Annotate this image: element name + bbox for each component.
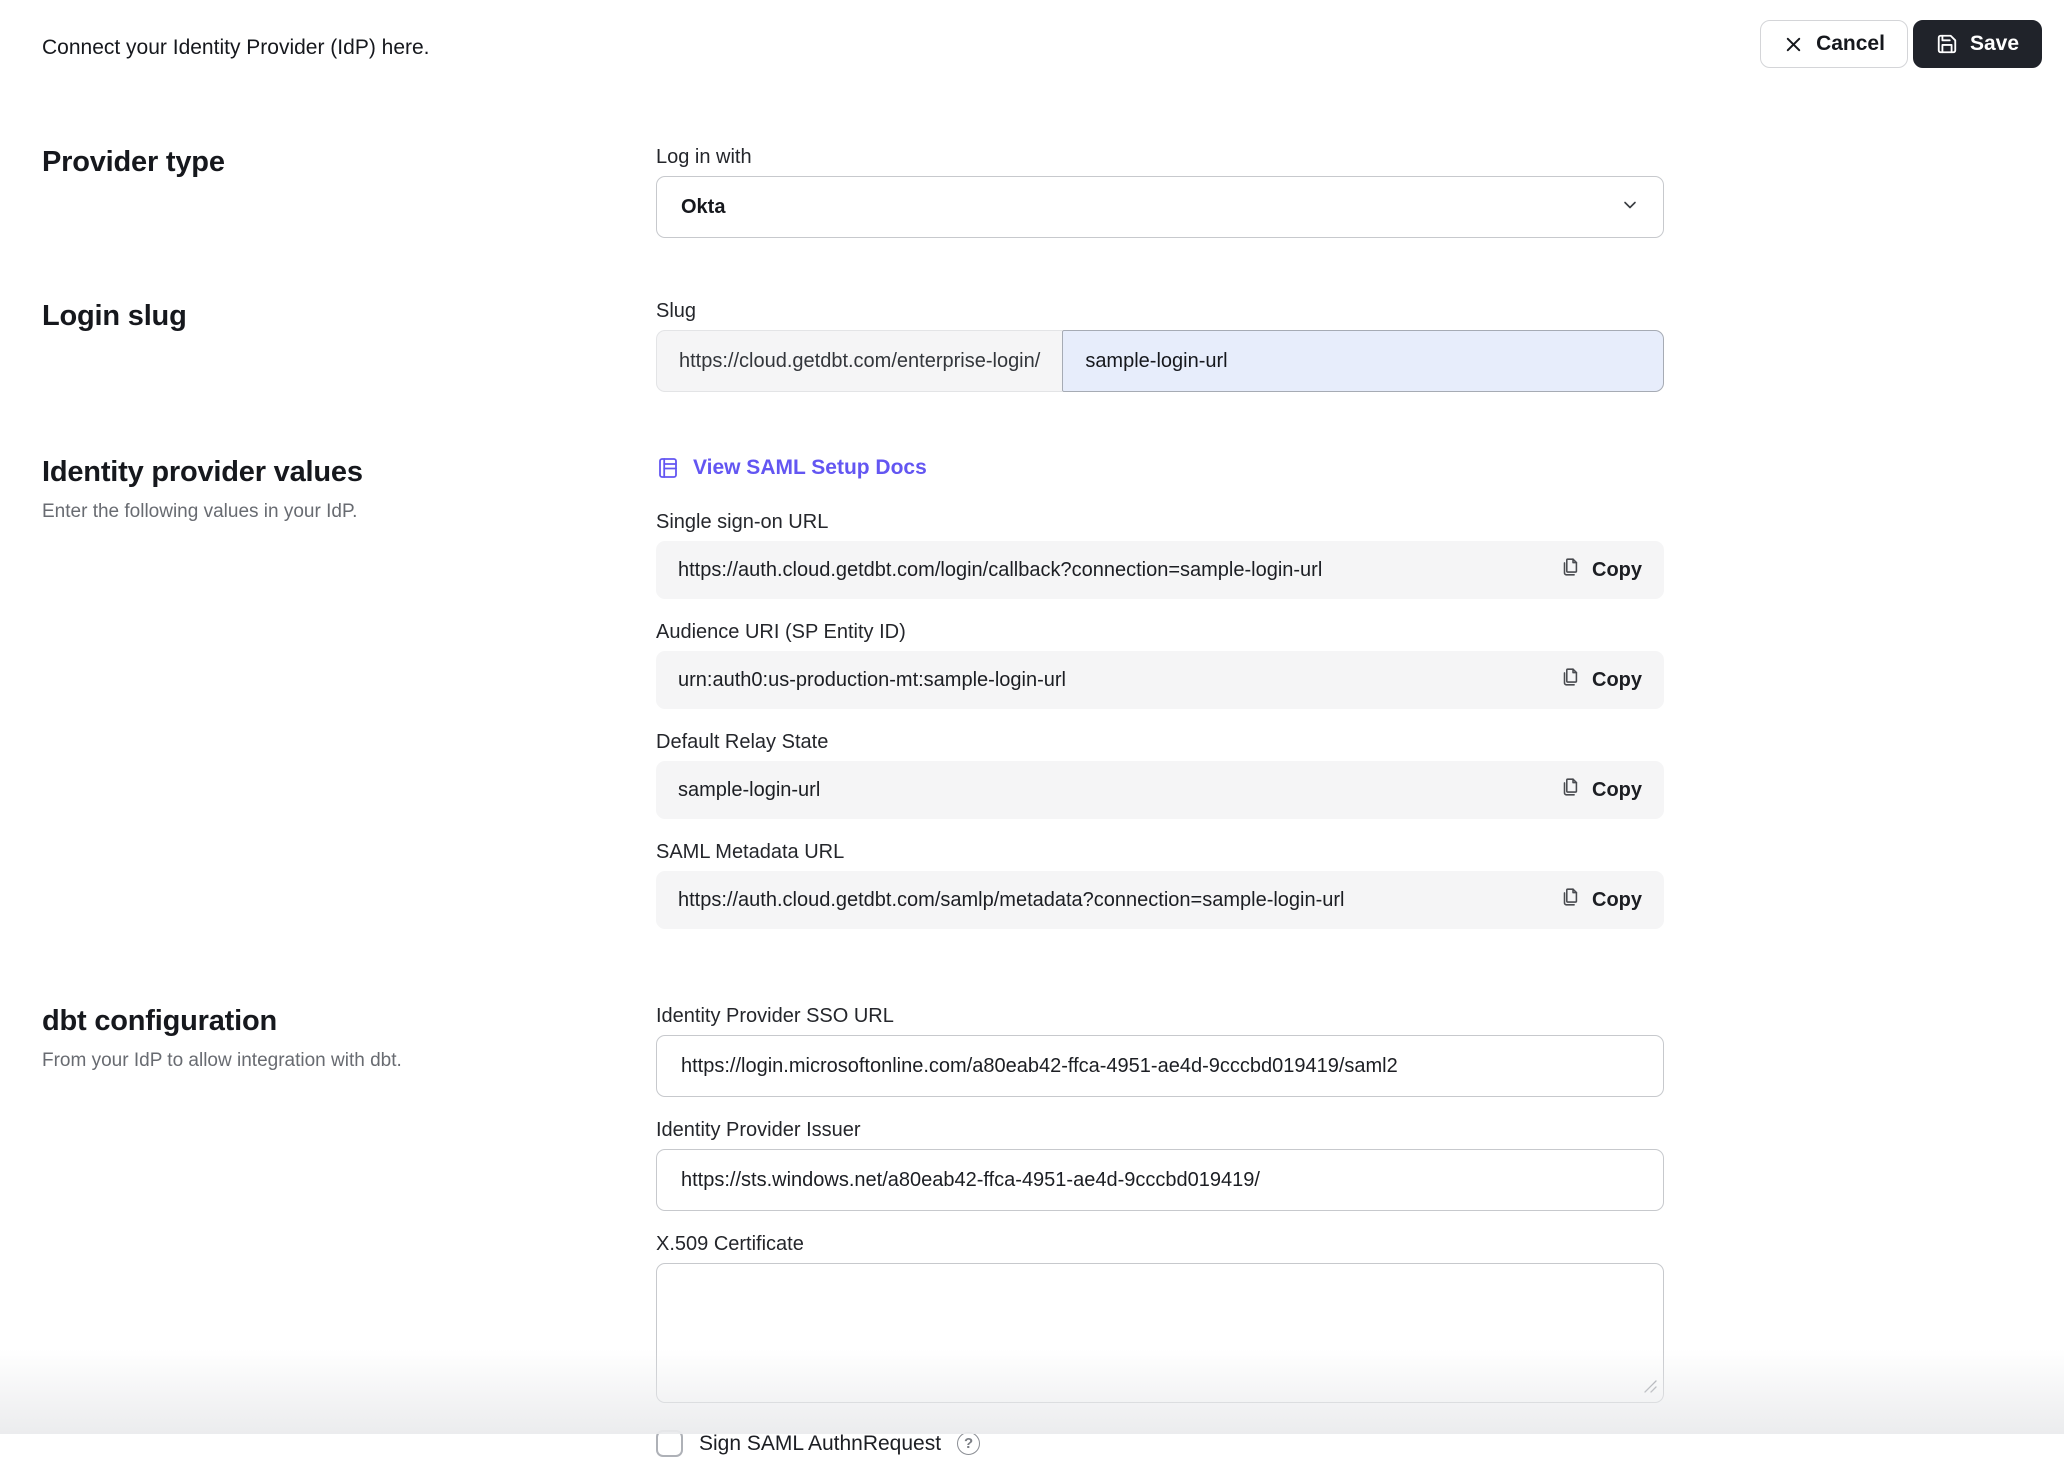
page-description: Connect your Identity Provider (IdP) her… xyxy=(42,20,430,60)
copy-field-value: https://auth.cloud.getdbt.com/samlp/meta… xyxy=(678,889,1345,912)
cancel-button-label: Cancel xyxy=(1816,32,1885,56)
section-provider-type: Provider type Log in with Okta xyxy=(0,146,2064,238)
metadata-url-label: SAML Metadata URL xyxy=(656,841,1664,863)
slug-label: Slug xyxy=(656,300,1664,322)
sign-authn-row: Sign SAML AuthnRequest ? xyxy=(656,1430,1664,1457)
certificate-group: X.509 Certificate xyxy=(656,1233,1664,1408)
audience-uri-label: Audience URI (SP Entity ID) xyxy=(656,621,1664,643)
save-button[interactable]: Save xyxy=(1913,20,2042,68)
relay-state-group: Default Relay State sample-login-url Cop… xyxy=(656,731,1664,819)
copy-button[interactable]: Copy xyxy=(1559,886,1642,914)
idp-sso-url-label: Identity Provider SSO URL xyxy=(656,1005,1664,1027)
login-with-select[interactable]: Okta xyxy=(656,176,1664,238)
help-icon[interactable]: ? xyxy=(957,1432,980,1455)
section-idp-values: Identity provider values Enter the follo… xyxy=(0,456,2064,929)
copy-icon xyxy=(1559,776,1581,804)
close-icon xyxy=(1783,34,1804,55)
copy-button-label: Copy xyxy=(1592,889,1642,912)
certificate-label: X.509 Certificate xyxy=(656,1233,1664,1255)
copy-button[interactable]: Copy xyxy=(1559,666,1642,694)
sign-authn-label: Sign SAML AuthnRequest xyxy=(699,1432,941,1456)
idp-sso-url-group: Identity Provider SSO URL xyxy=(656,1005,1664,1097)
sign-authn-checkbox[interactable] xyxy=(656,1430,683,1457)
docs-book-icon xyxy=(656,456,680,480)
idp-issuer-input[interactable] xyxy=(656,1149,1664,1211)
login-with-label: Log in with xyxy=(656,146,1664,168)
copy-button[interactable]: Copy xyxy=(1559,776,1642,804)
relay-state-label: Default Relay State xyxy=(656,731,1664,753)
idp-copy-fields: Single sign-on URL https://auth.cloud.ge… xyxy=(656,511,1664,929)
idp-issuer-group: Identity Provider Issuer xyxy=(656,1119,1664,1211)
page-header: Connect your Identity Provider (IdP) her… xyxy=(0,0,2064,68)
save-button-label: Save xyxy=(1970,32,2019,56)
idp-values-subtitle: Enter the following values in your IdP. xyxy=(42,501,656,523)
saml-docs-link[interactable]: View SAML Setup Docs xyxy=(656,456,927,480)
copy-button-label: Copy xyxy=(1592,559,1642,582)
section-dbt-configuration: dbt configuration From your IdP to allow… xyxy=(0,1005,2064,1457)
copy-field: https://auth.cloud.getdbt.com/login/call… xyxy=(656,541,1664,599)
copy-button[interactable]: Copy xyxy=(1559,556,1642,584)
section-login-slug: Login slug Slug https://cloud.getdbt.com… xyxy=(0,300,2064,392)
certificate-textarea[interactable] xyxy=(656,1263,1664,1403)
copy-field: https://auth.cloud.getdbt.com/samlp/meta… xyxy=(656,871,1664,929)
copy-icon xyxy=(1559,886,1581,914)
slug-field-group: https://cloud.getdbt.com/enterprise-logi… xyxy=(656,330,1664,392)
slug-prefix: https://cloud.getdbt.com/enterprise-logi… xyxy=(656,330,1062,392)
copy-button-label: Copy xyxy=(1592,779,1642,802)
copy-field-value: urn:auth0:us-production-mt:sample-login-… xyxy=(678,669,1066,692)
copy-icon xyxy=(1559,556,1581,584)
save-icon xyxy=(1936,33,1958,55)
dbt-configuration-title: dbt configuration xyxy=(42,1005,656,1038)
idp-issuer-label: Identity Provider Issuer xyxy=(656,1119,1664,1141)
sso-url-group: Single sign-on URL https://auth.cloud.ge… xyxy=(656,511,1664,599)
login-with-selected-value: Okta xyxy=(681,196,725,219)
saml-docs-link-label: View SAML Setup Docs xyxy=(693,456,927,480)
sso-url-label: Single sign-on URL xyxy=(656,511,1664,533)
copy-button-label: Copy xyxy=(1592,669,1642,692)
login-slug-title: Login slug xyxy=(42,300,656,333)
dbt-configuration-subtitle: From your IdP to allow integration with … xyxy=(42,1050,656,1072)
idp-values-title: Identity provider values xyxy=(42,456,656,489)
copy-icon xyxy=(1559,666,1581,694)
audience-uri-group: Audience URI (SP Entity ID) urn:auth0:us… xyxy=(656,621,1664,709)
slug-input[interactable] xyxy=(1062,330,1664,392)
provider-type-title: Provider type xyxy=(42,146,656,179)
textarea-resize-handle[interactable] xyxy=(1644,1380,1657,1398)
copy-field: urn:auth0:us-production-mt:sample-login-… xyxy=(656,651,1664,709)
metadata-url-group: SAML Metadata URL https://auth.cloud.get… xyxy=(656,841,1664,929)
chevron-down-icon xyxy=(1621,196,1639,219)
copy-field-value: https://auth.cloud.getdbt.com/login/call… xyxy=(678,559,1322,582)
copy-field: sample-login-url Copy xyxy=(656,761,1664,819)
cancel-button[interactable]: Cancel xyxy=(1760,20,1908,68)
idp-sso-url-input[interactable] xyxy=(656,1035,1664,1097)
header-actions: Cancel Save xyxy=(1760,20,2042,68)
copy-field-value: sample-login-url xyxy=(678,779,820,802)
